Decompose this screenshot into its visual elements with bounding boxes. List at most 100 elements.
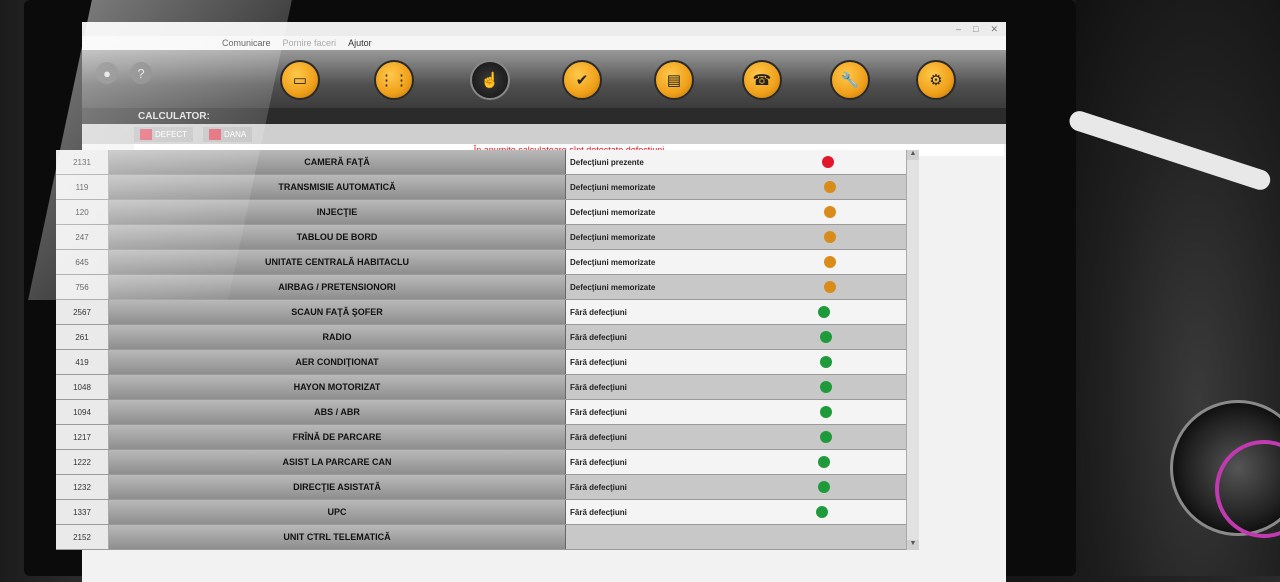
- ecu-name-button[interactable]: AER CONDIŢIONAT: [109, 350, 566, 374]
- ecu-status: Fără defecţiuni: [566, 500, 906, 524]
- logo-icon[interactable]: ●: [96, 62, 118, 84]
- scroll-down-icon[interactable]: ▼: [907, 540, 919, 550]
- maximize-button[interactable]: □: [973, 24, 978, 35]
- ecu-status-text: Fără defecţiuni: [570, 382, 627, 392]
- phone-support-icon[interactable]: ☎: [742, 60, 782, 100]
- help-icon[interactable]: ?: [130, 62, 152, 84]
- ecu-status: Defecţiuni memorizate: [566, 225, 906, 249]
- ecu-name-button[interactable]: INJECŢIE: [109, 200, 566, 224]
- table-row[interactable]: 2152 UNIT CTRL TELEMATICĂ: [56, 525, 906, 550]
- ecu-status-text: Defecţiuni memorizate: [570, 207, 656, 217]
- table-row[interactable]: 119 TRANSMISIE AUTOMATICĂ Defecţiuni memor…: [56, 175, 906, 200]
- table-row[interactable]: 645 UNITATE CENTRALĂ HABITACLU Defecţiuni …: [56, 250, 906, 275]
- ecu-id: 1094: [56, 400, 109, 424]
- ecu-status: Fără defecţiuni: [566, 300, 906, 324]
- wrench-icon[interactable]: 🔧: [830, 60, 870, 100]
- ecu-name-button[interactable]: TRANSMISIE AUTOMATICĂ: [109, 175, 566, 199]
- ecu-status: Fără defecţiuni: [566, 375, 906, 399]
- ecu-id: 261: [56, 325, 109, 349]
- filter-defect-label: DEFECT: [155, 129, 187, 139]
- title-bar: – □ ✕: [82, 22, 1006, 36]
- ecu-status-text: Fără defecţiuni: [570, 407, 627, 417]
- ecu-status-text: Defecţiuni memorizate: [570, 282, 656, 292]
- ecu-id: 247: [56, 225, 109, 249]
- status-indicator-icon: [820, 381, 832, 393]
- ecu-status-text: Fără defecţiuni: [570, 357, 627, 367]
- window-controls: – □ ✕: [956, 24, 998, 35]
- ecu-name-button[interactable]: UNITATE CENTRALĂ HABITACLU: [109, 250, 566, 274]
- ecu-status-text: Fără defecţiuni: [570, 307, 627, 317]
- ecu-name-button[interactable]: TABLOU DE BORD: [109, 225, 566, 249]
- table-row[interactable]: 1217 FRÎNĂ DE PARCARE Fără defecţiuni: [56, 425, 906, 450]
- ecu-name-button[interactable]: CAMERĂ FAŢĂ: [109, 150, 566, 174]
- ecu-status-text: Fără defecţiuni: [570, 332, 627, 342]
- menu-pornire: Pornire faceri: [282, 38, 337, 48]
- toolbar: ● ? ▭ ⋮⋮ ☝ ✔ ▤ ☎ 🔧 ⚙: [82, 50, 1006, 108]
- ecu-id: 1048: [56, 375, 109, 399]
- table-row[interactable]: 120 INJECŢIE Defecţiuni memorizate: [56, 200, 906, 225]
- status-indicator-icon: [824, 181, 836, 193]
- ecu-id: 2131: [56, 150, 109, 174]
- ecu-status: Fără defecţiuni: [566, 325, 906, 349]
- ecu-name-button[interactable]: DIRECŢIE ASISTATĂ: [109, 475, 566, 499]
- ecu-status: Defecţiuni memorizate: [566, 200, 906, 224]
- vehicle-id-icon[interactable]: ▭: [280, 60, 320, 100]
- filter-dana[interactable]: DANA: [203, 126, 253, 142]
- ecu-status-text: Defecţiuni memorizate: [570, 182, 656, 192]
- ecu-name-button[interactable]: UPC: [109, 500, 566, 524]
- ecu-status: Fără defecţiuni: [566, 450, 906, 474]
- status-indicator-icon: [818, 306, 830, 318]
- close-button[interactable]: ✕: [990, 24, 998, 35]
- table-row[interactable]: 1094 ABS / ABR Fără defecţiuni: [56, 400, 906, 425]
- ecu-name-button[interactable]: ASIST LA PARCARE CAN: [109, 450, 566, 474]
- ecu-name-button[interactable]: SCAUN FAŢĂ ŞOFER: [109, 300, 566, 324]
- ecu-status-text: Fără defecţiuni: [570, 432, 627, 442]
- touch-icon[interactable]: ☝: [470, 60, 510, 100]
- status-indicator-icon: [818, 481, 830, 493]
- minimize-button[interactable]: –: [956, 24, 961, 35]
- table-row[interactable]: 261 RADIO Fără defecţiuni: [56, 325, 906, 350]
- ecu-status: Defecţiuni memorizate: [566, 250, 906, 274]
- ecu-status: Fără defecţiuni: [566, 400, 906, 424]
- scrollbar[interactable]: ▲ ▼: [906, 150, 919, 550]
- scroll-up-icon[interactable]: ▲: [907, 150, 919, 160]
- ecu-id: 120: [56, 200, 109, 224]
- table-row[interactable]: 1232 DIRECŢIE ASISTATĂ Fără defecţiuni: [56, 475, 906, 500]
- calculator-header: CALCULATOR:: [82, 108, 1006, 124]
- ecu-id: 756: [56, 275, 109, 299]
- checklist-icon[interactable]: ✔: [562, 60, 602, 100]
- ecu-icon[interactable]: ▤: [654, 60, 694, 100]
- status-indicator-icon: [820, 431, 832, 443]
- ecu-status-text: Fără defecţiuni: [570, 482, 627, 492]
- car-repair-icon[interactable]: ⚙: [916, 60, 956, 100]
- ecu-status-text: Defecţiuni memorizate: [570, 232, 656, 242]
- status-indicator-icon: [818, 456, 830, 468]
- ecu-id: 1337: [56, 500, 109, 524]
- ecu-name-button[interactable]: ABS / ABR: [109, 400, 566, 424]
- ecu-status-text: Fără defecţiuni: [570, 457, 627, 467]
- ecu-status: Defecţiuni memorizate: [566, 175, 906, 199]
- menu-comunicare[interactable]: Comunicare: [222, 38, 271, 48]
- table-row[interactable]: 1222 ASIST LA PARCARE CAN Fără defecţiuni: [56, 450, 906, 475]
- ecu-status: Fără defecţiuni: [566, 350, 906, 374]
- ecu-id: 419: [56, 350, 109, 374]
- status-indicator-icon: [824, 206, 836, 218]
- table-row[interactable]: 2131 CAMERĂ FAŢĂ Defecţiuni prezente: [56, 150, 906, 175]
- filter-defect[interactable]: DEFECT: [134, 126, 193, 142]
- ecu-name-button[interactable]: AIRBAG / PRETENSIONORI: [109, 275, 566, 299]
- table-row[interactable]: 1048 HAYON MOTORIZAT Fără defecţiuni: [56, 375, 906, 400]
- table-row[interactable]: 1337 UPC Fără defecţiuni: [56, 500, 906, 525]
- table-row[interactable]: 2567 SCAUN FAŢĂ ŞOFER Fără defecţiuni: [56, 300, 906, 325]
- ecu-name-button[interactable]: RADIO: [109, 325, 566, 349]
- table-row[interactable]: 756 AIRBAG / PRETENSIONORI Defecţiuni memo…: [56, 275, 906, 300]
- menu-ajutor[interactable]: Ajutor: [348, 38, 372, 48]
- ecu-name-button[interactable]: FRÎNĂ DE PARCARE: [109, 425, 566, 449]
- ecu-name-button[interactable]: HAYON MOTORIZAT: [109, 375, 566, 399]
- table-row[interactable]: 247 TABLOU DE BORD Defecţiuni memorizate: [56, 225, 906, 250]
- ecu-id: 2567: [56, 300, 109, 324]
- ecu-name-button[interactable]: UNIT CTRL TELEMATICĂ: [109, 525, 566, 549]
- status-indicator-icon: [824, 281, 836, 293]
- gearbox-icon[interactable]: ⋮⋮: [374, 60, 414, 100]
- status-indicator-icon: [820, 331, 832, 343]
- table-row[interactable]: 419 AER CONDIŢIONAT Fără defecţiuni: [56, 350, 906, 375]
